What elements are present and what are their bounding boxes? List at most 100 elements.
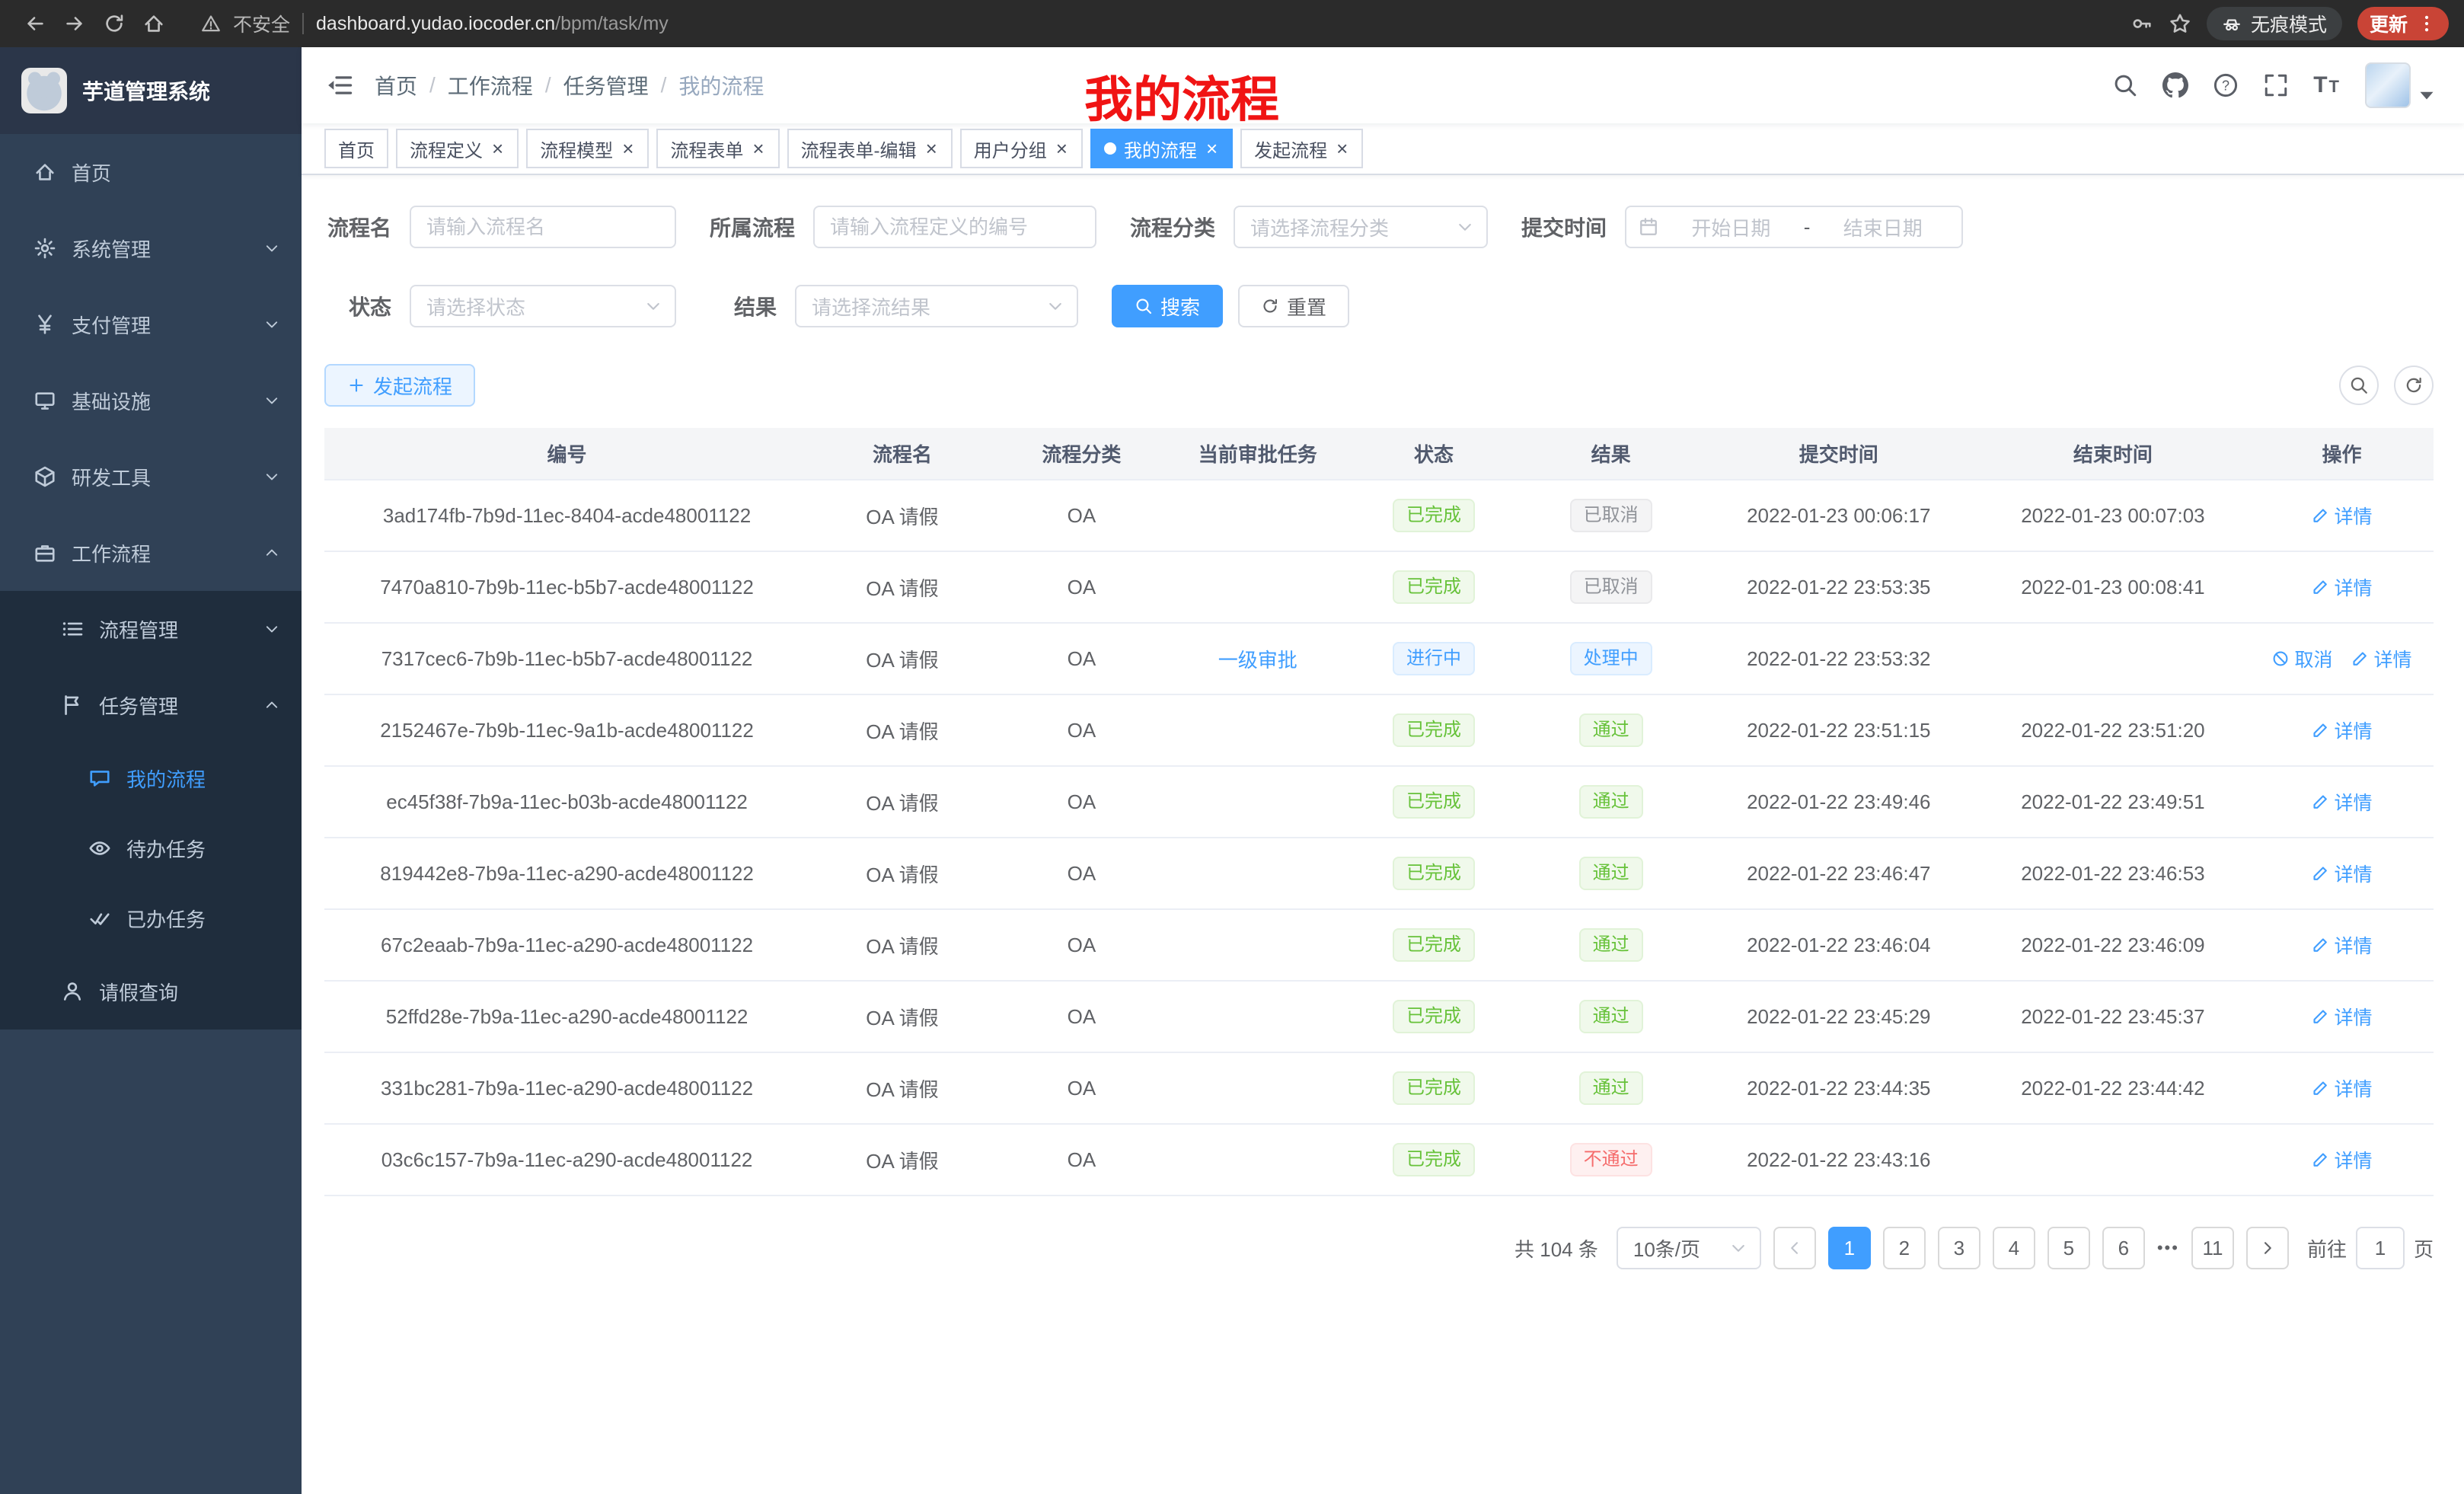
detail-link[interactable]: 详情 — [2311, 1003, 2372, 1030]
tab-item[interactable]: 首页 — [324, 129, 388, 168]
current-task-link[interactable]: 一级审批 — [1218, 649, 1297, 672]
bookmark-star-icon[interactable] — [2169, 12, 2191, 35]
sidebar-item-label: 研发工具 — [72, 463, 248, 491]
detail-link[interactable]: 详情 — [2311, 931, 2372, 959]
browser-reload-icon[interactable] — [94, 5, 134, 42]
cell-actions: 详情 — [2250, 1124, 2434, 1196]
user-avatar[interactable] — [2365, 62, 2440, 108]
result-label: 结果 — [710, 291, 795, 321]
pagination-page-2[interactable]: 2 — [1883, 1227, 1926, 1269]
browser-back-icon[interactable] — [15, 5, 55, 42]
close-icon[interactable]: × — [1335, 139, 1349, 158]
tab-item[interactable]: 我的流程× — [1090, 129, 1233, 168]
goto-page-input[interactable] — [2356, 1227, 2405, 1269]
close-icon[interactable]: × — [490, 139, 505, 158]
github-icon[interactable] — [2162, 72, 2188, 98]
status-select[interactable]: 请选择状态 — [410, 285, 676, 327]
sidebar-item-process-management[interactable]: 流程管理 — [0, 591, 302, 667]
browser-home-icon[interactable] — [134, 5, 174, 42]
pagination-page-5[interactable]: 5 — [2047, 1227, 2090, 1269]
parent-process-input[interactable] — [813, 206, 1096, 248]
cell-result: 已取消 — [1521, 480, 1702, 551]
sidebar-item-system[interactable]: 系统管理 — [0, 210, 302, 286]
cell-process-name: OA 请假 — [809, 909, 995, 981]
pagination-page-3[interactable]: 3 — [1938, 1227, 1980, 1269]
breadcrumb-item[interactable]: 工作流程 — [448, 70, 533, 101]
detail-link[interactable]: 详情 — [2311, 502, 2372, 529]
tab-item[interactable]: 用户分组× — [960, 129, 1083, 168]
reset-button[interactable]: 重置 — [1238, 285, 1349, 327]
table-row: 2152467e-7b9b-11ec-9a1b-acde48001122OA 请… — [324, 694, 2434, 766]
tab-item[interactable]: 流程定义× — [396, 129, 519, 168]
sidebar-item-todo-tasks[interactable]: 待办任务 — [0, 813, 302, 883]
detail-link[interactable]: 详情 — [2311, 860, 2372, 887]
tab-item[interactable]: 流程表单× — [656, 129, 779, 168]
browser-menu-icon[interactable] — [2417, 14, 2437, 34]
cancel-link[interactable]: 取消 — [2271, 645, 2332, 672]
update-button[interactable]: 更新 — [2357, 7, 2449, 40]
sidebar-item-label: 已办任务 — [126, 905, 280, 933]
font-size-icon[interactable]: TT — [2313, 72, 2341, 98]
category-select[interactable]: 请选择流程分类 — [1234, 206, 1488, 248]
search-icon[interactable] — [2112, 72, 2138, 98]
address-bar[interactable]: 不安全 dashboard.yudao.iocoder.cn/bpm/task/… — [201, 10, 2130, 37]
close-icon[interactable]: × — [924, 139, 939, 158]
yen-icon — [34, 313, 56, 336]
tab-item[interactable]: 流程表单-编辑× — [787, 129, 953, 168]
tab-item[interactable]: 发起流程× — [1240, 129, 1363, 168]
sidebar-item-task-management[interactable]: 任务管理 — [0, 667, 302, 743]
breadcrumb-item[interactable]: 任务管理 — [563, 70, 649, 101]
sidebar-item-my-process[interactable]: 我的流程 — [0, 743, 302, 813]
detail-link[interactable]: 详情 — [2351, 645, 2411, 672]
breadcrumb-item[interactable]: 首页 — [375, 70, 417, 101]
sidebar-item-devtools[interactable]: 研发工具 — [0, 439, 302, 515]
tab-item[interactable]: 流程模型× — [526, 129, 649, 168]
hamburger-icon[interactable] — [326, 72, 353, 99]
edit-icon — [2351, 650, 2369, 668]
close-icon[interactable]: × — [1205, 139, 1219, 158]
sidebar-item-payment[interactable]: 支付管理 — [0, 286, 302, 362]
end-date-placeholder: 结束日期 — [1816, 213, 1949, 241]
pagination-page-4[interactable]: 4 — [1993, 1227, 2035, 1269]
sidebar-item-leave-query[interactable]: 请假查询 — [0, 953, 302, 1030]
eye-icon — [88, 837, 111, 860]
sidebar-item-infrastructure[interactable]: 基础设施 — [0, 362, 302, 439]
detail-link[interactable]: 详情 — [2311, 717, 2372, 744]
sidebar-item-done-tasks[interactable]: 已办任务 — [0, 883, 302, 953]
detail-label: 详情 — [2334, 788, 2372, 816]
detail-link[interactable]: 详情 — [2311, 1074, 2372, 1102]
pagination-prev-button[interactable] — [1773, 1227, 1816, 1269]
search-button[interactable]: 搜索 — [1112, 285, 1223, 327]
process-name-input[interactable] — [410, 206, 676, 248]
navbar: 首页/工作流程/任务管理/我的流程 ? TT — [302, 47, 2464, 123]
pagination-page-11[interactable]: 11 — [2191, 1227, 2234, 1269]
result-select[interactable]: 请选择流结果 — [795, 285, 1078, 327]
show-search-button[interactable] — [2339, 366, 2379, 405]
cell-id: 819442e8-7b9a-11ec-a290-acde48001122 — [324, 838, 809, 909]
detail-link[interactable]: 详情 — [2311, 573, 2372, 601]
page-size-select[interactable]: 10条/页 — [1617, 1227, 1761, 1269]
submit-time-range[interactable]: 开始日期 - 结束日期 — [1625, 206, 1963, 248]
sidebar-item-home[interactable]: 首页 — [0, 134, 302, 210]
detail-label: 详情 — [2334, 1074, 2372, 1102]
pagination-next-button[interactable] — [2246, 1227, 2289, 1269]
fullscreen-icon[interactable] — [2263, 72, 2289, 98]
pagination-ellipsis[interactable]: ••• — [2157, 1238, 2179, 1258]
create-process-button[interactable]: 发起流程 — [324, 364, 475, 407]
close-icon[interactable]: × — [621, 139, 635, 158]
sidebar-item-workflow[interactable]: 工作流程 — [0, 515, 302, 591]
pagination-page-1[interactable]: 1 — [1828, 1227, 1871, 1269]
cell-id: 67c2eaab-7b9a-11ec-a290-acde48001122 — [324, 909, 809, 981]
avatar-image — [2365, 62, 2411, 108]
svg-text:?: ? — [2222, 78, 2229, 93]
cell-result: 通过 — [1521, 1052, 1702, 1124]
browser-forward-icon[interactable] — [55, 5, 94, 42]
close-icon[interactable]: × — [1055, 139, 1069, 158]
detail-link[interactable]: 详情 — [2311, 788, 2372, 816]
pagination-page-6[interactable]: 6 — [2102, 1227, 2145, 1269]
key-icon[interactable] — [2130, 12, 2153, 35]
close-icon[interactable]: × — [751, 139, 765, 158]
help-icon[interactable]: ? — [2213, 72, 2239, 98]
detail-link[interactable]: 详情 — [2311, 1146, 2372, 1173]
refresh-table-button[interactable] — [2394, 366, 2434, 405]
